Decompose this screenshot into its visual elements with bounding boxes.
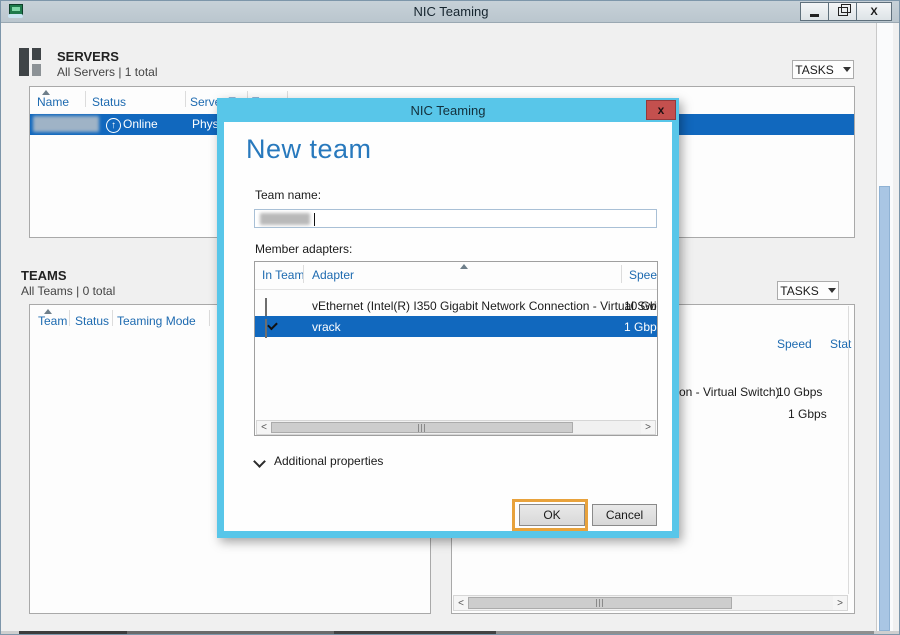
minimize-icon <box>810 14 819 17</box>
server-name-redacted <box>33 116 99 132</box>
window-titlebar: NIC Teaming X <box>1 1 900 23</box>
adapters-col-adapter[interactable]: Adapter <box>312 268 354 282</box>
in-team-checkbox-unchecked[interactable] <box>265 298 267 317</box>
minimize-button[interactable] <box>800 2 829 21</box>
chevron-down-icon <box>843 67 851 72</box>
teams-col-teaming-mode[interactable]: Teaming Mode <box>117 314 196 328</box>
taskbar-sliver <box>1 631 900 635</box>
cancel-button[interactable]: Cancel <box>592 504 657 526</box>
scroll-right-icon[interactable]: > <box>833 596 847 610</box>
servers-section-subtitle: All Servers | 1 total <box>57 65 158 79</box>
member-adapters-table: In Team Adapter Speed vEthernet (Intel(R… <box>254 261 658 436</box>
servers-icon <box>19 48 49 76</box>
adapter-speed: 10 Gbps <box>624 299 658 313</box>
scrollbar-thumb[interactable] <box>468 597 732 609</box>
ok-highlight-annotation <box>512 499 588 531</box>
dialog-title: NIC Teaming <box>217 103 679 118</box>
additional-properties-label: Additional properties <box>274 454 383 468</box>
window-vscrollbar-thumb[interactable] <box>879 186 890 631</box>
chevron-down-icon <box>253 455 266 468</box>
scroll-right-icon[interactable]: > <box>641 421 655 434</box>
restore-icon <box>838 7 848 16</box>
adapters-panel-hscrollbar[interactable]: < > <box>453 595 848 611</box>
window-title: NIC Teaming <box>1 4 900 19</box>
online-status-icon: ↑ <box>106 118 121 133</box>
dialog-heading: New team <box>246 134 372 165</box>
scrollbar-thumb[interactable] <box>271 422 573 433</box>
new-team-dialog: NIC Teaming x New team Team name: Member… <box>217 98 679 538</box>
scroll-left-icon[interactable]: < <box>454 596 468 610</box>
adapter-row[interactable]: vEthernet (Intel(R) I350 Gigabit Network… <box>255 295 657 316</box>
additional-properties-toggle[interactable]: Additional properties <box>255 454 383 468</box>
servers-tasks-button[interactable]: TASKS <box>792 60 854 79</box>
team-name-input[interactable] <box>254 209 657 228</box>
adapter-speed: 10 Gbps <box>777 385 822 399</box>
servers-tasks-label: TASKS <box>795 63 833 77</box>
adapter-name: vEthernet (Intel(R) I350 Gigabit Network… <box>312 299 658 313</box>
teams-col-team[interactable]: Team <box>38 314 67 328</box>
text-cursor <box>314 213 315 226</box>
in-team-checkbox-checked[interactable] <box>265 319 267 338</box>
teams-tasks-label: TASKS <box>780 284 818 298</box>
close-icon: x <box>658 103 665 117</box>
adapter-name: vrack <box>312 320 341 334</box>
member-adapters-label: Member adapters: <box>255 242 352 256</box>
server-status: Online <box>123 117 158 131</box>
teams-tasks-button[interactable]: TASKS <box>777 281 839 300</box>
servers-section-title: SERVERS <box>57 49 119 64</box>
teams-section-title: TEAMS <box>21 268 67 283</box>
dialog-close-button[interactable]: x <box>646 100 676 120</box>
sort-ascending-icon <box>460 264 468 269</box>
check-icon <box>267 320 278 331</box>
adapter-row-selected[interactable]: vrack 1 Gbps <box>255 316 657 337</box>
nic-teaming-window: NIC Teaming X SERVERS All Servers | 1 to… <box>0 0 900 635</box>
chevron-down-icon <box>828 288 836 293</box>
close-icon: X <box>870 6 877 18</box>
restore-button[interactable] <box>828 2 857 21</box>
close-button[interactable]: X <box>856 2 892 21</box>
teams-col-status[interactable]: Status <box>75 314 109 328</box>
adapter-speed: 1 Gbps <box>624 320 658 334</box>
team-name-value-redacted <box>260 213 310 225</box>
dialog-content: New team Team name: Member adapters: In … <box>224 122 672 531</box>
member-adapters-hscrollbar[interactable]: < > <box>256 420 656 435</box>
adapters-col-speed[interactable]: Speed <box>629 268 658 282</box>
adapters-col-speed[interactable]: Speed <box>777 337 812 351</box>
servers-col-status[interactable]: Status <box>92 95 126 109</box>
scroll-left-icon[interactable]: < <box>257 421 271 434</box>
team-name-label: Team name: <box>255 188 321 202</box>
adapter-speed: 1 Gbps <box>788 407 827 421</box>
teams-section-subtitle: All Teams | 0 total <box>21 284 115 298</box>
adapters-col-in-team[interactable]: In Team <box>262 268 304 282</box>
servers-col-name[interactable]: Name <box>37 95 69 109</box>
adapter-name-fragment: on - Virtual Switch) <box>679 385 779 399</box>
